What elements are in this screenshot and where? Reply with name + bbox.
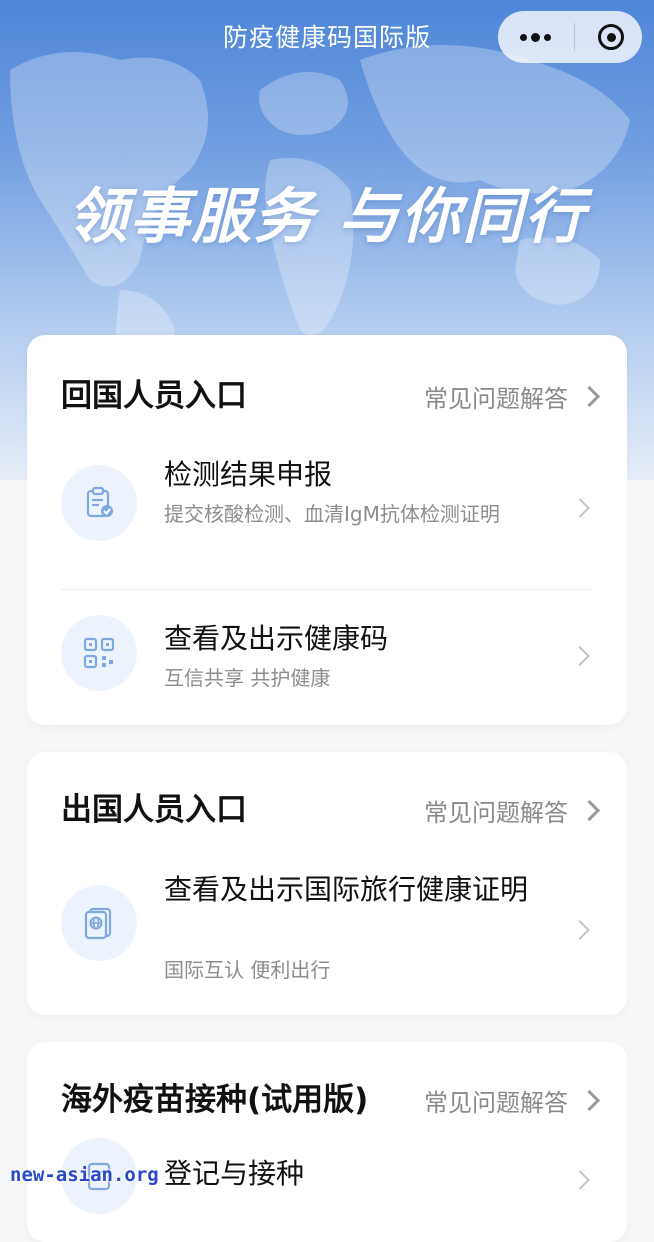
item-arrow: [559, 498, 593, 519]
item-subtitle: 国际互认 便利出行: [164, 958, 331, 982]
chevron-right-icon: [570, 646, 590, 666]
section-title: 海外疫苗接种(试用版): [61, 1082, 369, 1118]
item-arrow: [559, 646, 593, 667]
section-header: 回国人员入口 常见问题解答: [61, 376, 603, 416]
item-subtitle: 提交核酸检测、血清IgM抗体检测证明: [164, 502, 500, 526]
faq-label: 常见问题解答: [424, 384, 568, 413]
section-title: 回国人员入口: [61, 378, 247, 414]
chevron-right-icon: [570, 920, 590, 940]
list-item-test-result-report[interactable]: 检测结果申报 提交核酸检测、血清IgM抗体检测证明: [27, 455, 627, 575]
capsule-divider: [574, 23, 575, 51]
chevron-right-icon: [570, 1170, 590, 1190]
section-title: 出国人员入口: [61, 792, 247, 828]
list-item-health-code[interactable]: 查看及出示健康码 互信共享 共护健康: [27, 615, 627, 705]
clipboard-check-icon: [61, 465, 137, 541]
divider: [61, 589, 593, 590]
mini-program-capsule: [498, 11, 642, 63]
chevron-right-icon: [578, 385, 601, 407]
item-subtitle: 互信共享 共护健康: [164, 666, 331, 690]
more-dots-icon[interactable]: [520, 32, 551, 42]
watermark-text: new-asian.org: [10, 1164, 159, 1186]
item-title: 登记与接种: [164, 1157, 305, 1190]
chevron-right-icon: [570, 498, 590, 518]
item-arrow: [559, 920, 593, 941]
faq-label: 常见问题解答: [424, 798, 568, 827]
target-circle-icon[interactable]: [598, 24, 624, 50]
section-card-vaccination: 海外疫苗接种(试用版) 常见问题解答 登记与接种: [27, 1042, 627, 1242]
faq-link[interactable]: 常见问题解答: [424, 790, 603, 830]
section-card-outbound: 出国人员入口 常见问题解答 查看及出示国际旅行健康证明 国际互认 便利出行: [27, 752, 627, 1015]
item-title: 检测结果申报: [164, 458, 333, 491]
section-header: 海外疫苗接种(试用版) 常见问题解答: [61, 1080, 603, 1120]
item-title: 查看及出示健康码: [164, 622, 389, 655]
chevron-right-icon: [578, 799, 601, 821]
banner-slogan: 领事服务 与你同行: [67, 182, 587, 252]
item-arrow: [559, 1170, 593, 1191]
list-item-travel-health-certificate[interactable]: 查看及出示国际旅行健康证明 国际互认 便利出行: [27, 870, 627, 990]
item-title: 查看及出示国际旅行健康证明: [164, 873, 529, 906]
passport-icon: [61, 885, 137, 961]
faq-link[interactable]: 常见问题解答: [424, 1080, 603, 1120]
section-card-return: 回国人员入口 常见问题解答 检测结果申报 提交核酸检测、血清IgM抗体检测证明: [27, 335, 627, 725]
faq-label: 常见问题解答: [424, 1088, 568, 1117]
chevron-right-icon: [578, 1089, 601, 1111]
faq-link[interactable]: 常见问题解答: [424, 376, 603, 416]
qr-code-icon: [61, 615, 137, 691]
section-header: 出国人员入口 常见问题解答: [61, 790, 603, 830]
